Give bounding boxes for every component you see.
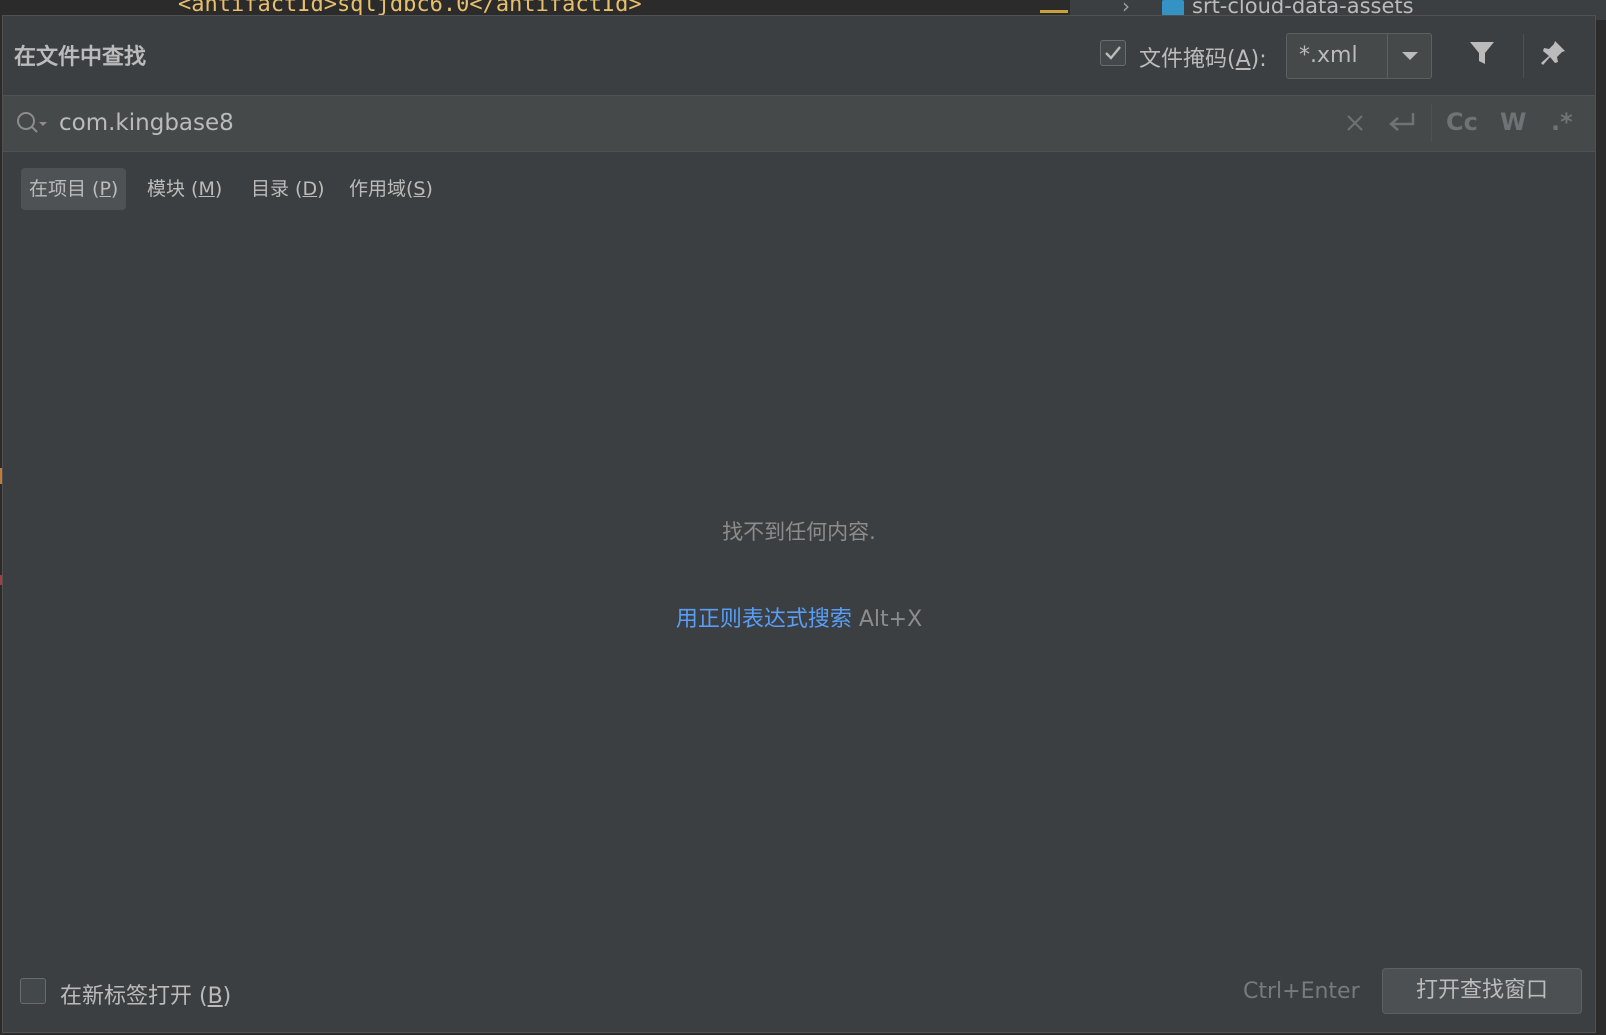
tab-directory[interactable]: 目录 (D) — [243, 168, 333, 210]
regex-shortcut-hint: Alt+X — [858, 607, 923, 632]
open-in-new-tab-label[interactable]: 在新标签打开 (B) — [60, 978, 231, 1010]
new-line-icon[interactable] — [1387, 110, 1417, 136]
search-options-divider — [1431, 104, 1432, 142]
tab-scope[interactable]: 作用域(S) — [341, 168, 441, 210]
whole-words-toggle[interactable]: W — [1500, 108, 1526, 136]
dialog-title-bar[interactable]: 在文件中查找 文件掩码(A): *.xml — [3, 16, 1595, 96]
match-case-toggle[interactable]: Cc — [1446, 108, 1478, 136]
search-with-regex-link[interactable]: 用正则表达式搜索 — [676, 607, 852, 632]
module-icon — [1162, 0, 1184, 16]
file-mask-dropdown-button[interactable] — [1389, 34, 1431, 78]
editor-warning-marker — [1040, 10, 1068, 13]
file-mask-combo[interactable]: *.xml — [1286, 33, 1432, 79]
filter-button[interactable] — [1467, 38, 1501, 72]
file-mask-checkbox[interactable] — [1100, 40, 1126, 66]
clear-search-icon[interactable] — [1343, 111, 1367, 135]
open-find-window-button[interactable]: 打开查找窗口 — [1382, 968, 1582, 1014]
checkmark-icon — [1105, 46, 1121, 60]
find-in-files-dialog: 在文件中查找 文件掩码(A): *.xml com.kingbase8 Cc W… — [2, 15, 1596, 1033]
file-mask-label[interactable]: 文件掩码(A): — [1139, 41, 1267, 73]
search-row: Cc W .* — [3, 96, 1595, 152]
tab-in-project[interactable]: 在项目 (P) — [21, 168, 127, 210]
empty-results-message: 找不到任何内容. — [722, 520, 876, 544]
filter-icon — [1470, 42, 1494, 64]
combo-divider — [1387, 34, 1388, 78]
regex-toggle[interactable]: .* — [1551, 108, 1573, 136]
search-input[interactable] — [59, 106, 1309, 140]
search-history-icon[interactable] — [15, 110, 49, 138]
open-window-shortcut-hint: Ctrl+Enter — [1243, 979, 1360, 1004]
open-in-new-tab-checkbox[interactable] — [20, 978, 46, 1004]
title-bar-divider — [1523, 34, 1524, 78]
pin-icon — [1541, 41, 1565, 65]
pin-window-button[interactable] — [1538, 38, 1572, 72]
chevron-down-icon — [1402, 52, 1418, 60]
file-mask-value[interactable]: *.xml — [1299, 43, 1358, 68]
dialog-title: 在文件中查找 — [14, 45, 147, 70]
regex-hint: 用正则表达式搜索 Alt+X — [3, 601, 1595, 633]
tab-module[interactable]: 模块 (M) — [139, 168, 230, 210]
